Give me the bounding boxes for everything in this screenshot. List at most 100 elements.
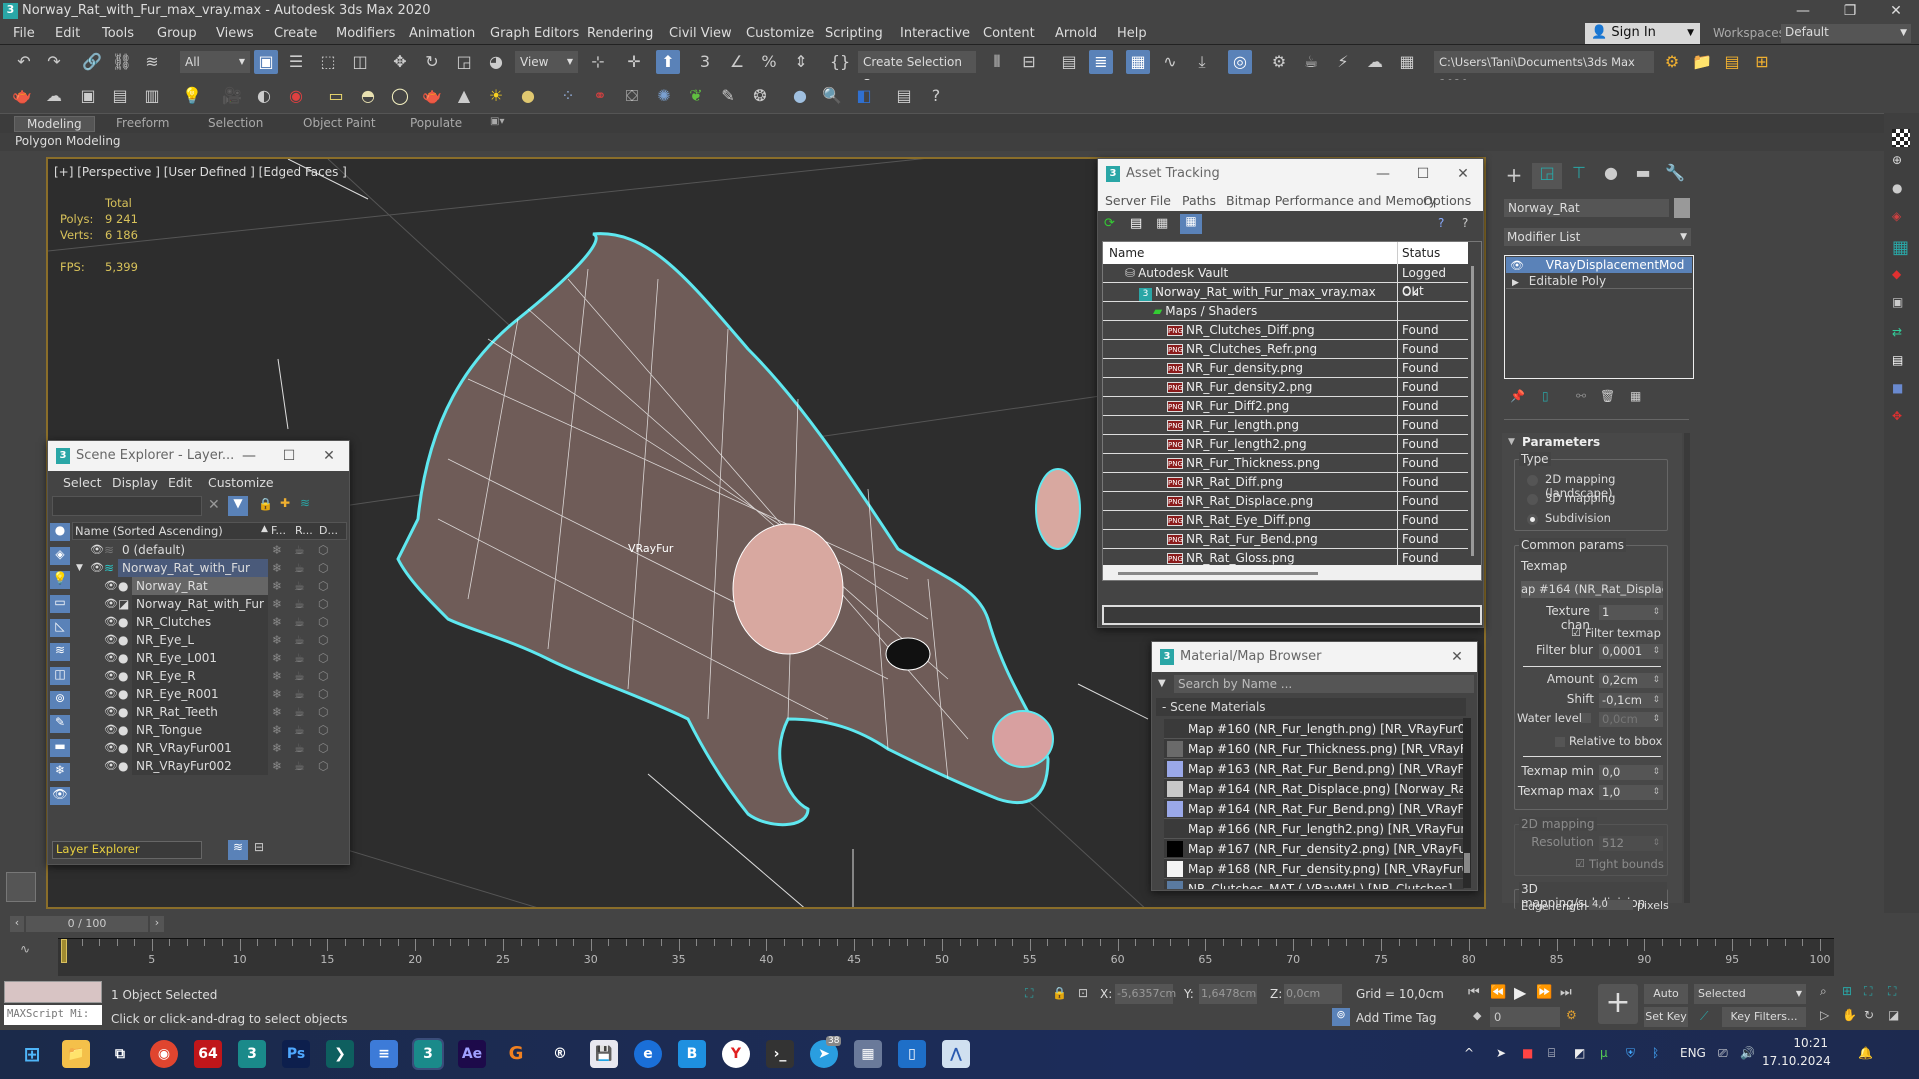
horizontal-scrollbar[interactable] xyxy=(1103,565,1481,580)
asset-row[interactable]: PNG NR_Rat_Displace.png Found xyxy=(1103,492,1468,511)
menu-civil-view[interactable]: Civil View xyxy=(669,26,732,41)
column-status[interactable]: Status xyxy=(1397,242,1444,264)
3dsmax-icon[interactable]: 3 xyxy=(238,1040,266,1068)
notification-bell-icon[interactable]: 🔔 xyxy=(1858,1046,1873,1060)
tab-modeling[interactable]: Modeling xyxy=(14,116,95,132)
display-tab-icon[interactable]: ▬ xyxy=(1628,163,1658,189)
edge-icon[interactable]: e xyxy=(634,1040,662,1068)
freeze-icon[interactable]: ❄ xyxy=(272,595,282,613)
menu-select[interactable]: Select xyxy=(63,475,102,490)
pin-stack-icon[interactable]: 📌 xyxy=(1510,389,1525,403)
menu-content[interactable]: Content xyxy=(983,26,1035,41)
freeze-icon[interactable]: ❄ xyxy=(272,703,282,721)
add-time-tag-button[interactable]: Add Time Tag xyxy=(1356,1011,1437,1025)
terminal-icon[interactable]: ›_ xyxy=(766,1040,794,1068)
chrome-icon[interactable]: ◉ xyxy=(150,1040,178,1068)
project-structure-icon[interactable]: ▤ xyxy=(1720,50,1744,74)
clock-date[interactable]: 17.10.2024 xyxy=(1762,1054,1831,1068)
display-frozen-icon[interactable]: ❄ xyxy=(50,763,70,781)
display-as-box-icon[interactable]: ⬡ xyxy=(318,559,328,577)
shift-spinner[interactable]: -0,1cm ⇕ xyxy=(1599,693,1663,708)
menu-server[interactable]: Server xyxy=(1105,193,1146,208)
go-to-start-icon[interactable]: ⏮ xyxy=(1468,985,1480,1000)
spinner-arrows-icon[interactable]: ⇕ xyxy=(1652,836,1660,851)
visibility-eye-icon[interactable]: 👁 xyxy=(104,577,118,595)
file-explorer-icon[interactable]: 📁 xyxy=(62,1040,90,1068)
schematic-icon[interactable]: ▤ xyxy=(1892,353,1903,367)
edit-named-selection-icon[interactable]: {} xyxy=(828,50,852,74)
scene-explorer-row[interactable]: 👁 ● NR_Rat_Teeth ❄ ☕ ⬡ xyxy=(72,703,372,721)
sphere-icon[interactable]: ● xyxy=(1892,181,1902,195)
scene-converter-icon[interactable]: ▤ xyxy=(892,84,916,108)
go-to-end-icon[interactable]: ⏭ xyxy=(1560,985,1572,1000)
transform-gizmo-icon[interactable]: ✥ xyxy=(1892,409,1902,423)
material-list-item[interactable]: Map #164 (NR_Rat_Displace.png) [Norway_R… xyxy=(1164,779,1467,799)
rectangle-selection-icon[interactable]: ⬚ xyxy=(316,50,340,74)
filter-blur-spinner[interactable]: 0,0001 ⇕ xyxy=(1599,644,1663,659)
close-button[interactable]: ✕ xyxy=(309,441,349,471)
toggle-ribbon-icon[interactable]: ▦ xyxy=(1126,50,1150,74)
filter-icon[interactable]: ▼ xyxy=(228,496,248,516)
freeze-icon[interactable]: ❄ xyxy=(272,757,282,775)
tight-bounds-checkbox[interactable]: ☑ xyxy=(1575,857,1585,870)
options-triangle-icon[interactable]: ▼ xyxy=(1158,678,1166,689)
asset-tracking-title-bar[interactable]: 3 Asset Tracking — ☐ ✕ xyxy=(1098,159,1483,189)
frame-ruler[interactable]: 0510152025303540455055606570758085909510… xyxy=(58,938,1834,976)
window-crossing-icon[interactable]: ◫ xyxy=(348,50,372,74)
visibility-eye-icon[interactable]: 👁 xyxy=(90,541,104,559)
schematic-view-icon[interactable]: ⤓ xyxy=(1190,50,1214,74)
close-button[interactable]: ✕ xyxy=(1873,0,1919,23)
toggle-scene-explorer-icon[interactable]: ▤ xyxy=(1057,50,1081,74)
redo-icon[interactable]: ↷ xyxy=(42,50,66,74)
after-effects-icon[interactable]: Ae xyxy=(458,1040,486,1068)
maximize-button[interactable]: ❐ xyxy=(1827,0,1873,23)
filter-texmap-checkbox[interactable]: ☑ xyxy=(1571,626,1581,639)
texmap-min-spinner[interactable]: 0,0 ⇕ xyxy=(1599,765,1663,780)
menu-customize[interactable]: Customize xyxy=(746,26,814,41)
renderable-icon[interactable]: ☕ xyxy=(294,685,305,703)
viewport-label[interactable]: [+] [Perspective ] [User Defined ] [Edge… xyxy=(54,165,347,179)
language-indicator[interactable]: ENG xyxy=(1680,1046,1706,1060)
spinner-arrows-icon[interactable]: ⇕ xyxy=(1652,605,1660,620)
material-list-item[interactable]: Map #163 (NR_Rat_Fur_Bend.png) [NR_VRayF… xyxy=(1164,759,1467,779)
align-icon[interactable]: ⊟ xyxy=(1017,50,1041,74)
app-green-icon[interactable]: ❯ xyxy=(326,1040,354,1068)
menu-display[interactable]: Display xyxy=(112,475,158,490)
sign-in-button[interactable]: 👤 Sign In ▼ xyxy=(1585,23,1700,44)
vault-settings-icon[interactable]: ? xyxy=(1462,216,1468,230)
scene-explorer-row[interactable]: 👁 ● NR_Eye_R001 ❄ ☕ ⬡ xyxy=(72,685,372,703)
x-coordinate-field[interactable]: -5,6357cm xyxy=(1115,984,1176,1004)
scene-explorer-row[interactable]: 👁 ● NR_Eye_L001 ❄ ☕ ⬡ xyxy=(72,649,372,667)
menu-modifiers[interactable]: Modifiers xyxy=(336,26,395,41)
freeze-icon[interactable]: ❄ xyxy=(272,739,282,757)
amount-spinner[interactable]: 0,2cm ⇕ xyxy=(1599,673,1663,688)
modifier-vraydisplacement[interactable]: 👁 VRayDisplacementMod xyxy=(1506,257,1692,273)
material-list-item[interactable]: Map #160 (NR_Fur_Thickness.png) [NR_VRay… xyxy=(1164,739,1467,759)
list-view-icon[interactable]: ▤ xyxy=(1130,216,1142,231)
render-setup-icon[interactable]: ⚙ xyxy=(1267,50,1291,74)
reference-coord-dropdown[interactable]: View ▼ xyxy=(515,51,578,73)
previous-key-icon[interactable]: ⏪ xyxy=(1490,985,1506,1000)
scene-explorer-row[interactable]: 👁 ● NR_Clutches ❄ ☕ ⬡ xyxy=(72,613,372,631)
select-by-name-icon[interactable]: ☰ xyxy=(284,50,308,74)
material-scrollbar[interactable] xyxy=(1463,718,1471,888)
mesh-light-icon[interactable]: 🫖 xyxy=(420,84,444,108)
material-list-item[interactable]: Map #168 (NR_Fur_density.png) [NR_VRayFu… xyxy=(1164,859,1467,879)
display-as-box-icon[interactable]: ⬡ xyxy=(318,757,328,775)
unlink-icon[interactable]: ⛓ xyxy=(110,50,134,74)
resolution-spinner[interactable]: 512 ⇕ xyxy=(1599,836,1663,851)
scene-explorer-row[interactable]: 👁 ● Norway_Rat ❄ ☕ ⬡ xyxy=(72,577,372,595)
key-filters-button[interactable]: Key Filters... xyxy=(1722,1007,1806,1027)
named-selection-dropdown[interactable]: Create Selection Se▼ xyxy=(858,51,976,91)
render-region-icon[interactable]: ◧ xyxy=(852,84,876,108)
water-level-checkbox[interactable] xyxy=(1581,713,1591,723)
ambient-light-icon[interactable]: ● xyxy=(516,84,540,108)
asset-row[interactable]: PNG NR_Rat_Fur_Bend.png Found xyxy=(1103,530,1468,549)
next-key-icon[interactable]: ⏩ xyxy=(1536,985,1552,1000)
tab-selection[interactable]: Selection xyxy=(208,116,263,130)
menu-options[interactable]: Options xyxy=(1423,193,1471,208)
select-object-icon[interactable]: ▣ xyxy=(254,50,278,74)
visibility-eye-icon[interactable]: 👁 xyxy=(104,595,118,613)
column-display[interactable]: D... xyxy=(319,524,338,537)
texmap-max-spinner[interactable]: 1,0 ⇕ xyxy=(1599,785,1663,800)
